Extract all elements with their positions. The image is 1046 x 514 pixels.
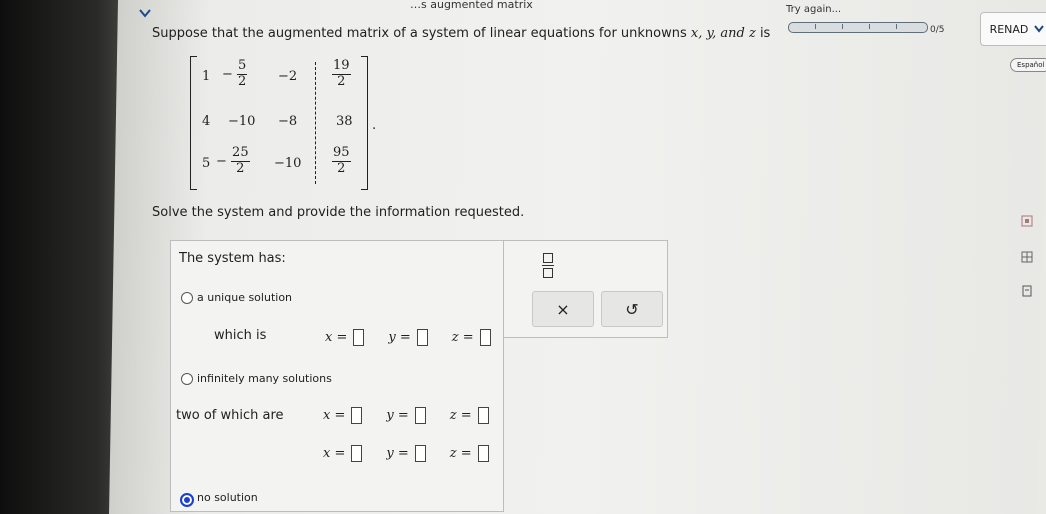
- chevron-down-icon: [1034, 25, 1045, 33]
- instructions: Solve the system and provide the informa…: [152, 205, 525, 220]
- no-solution-label: no solution: [197, 491, 258, 504]
- augmented-matrix: 1 − 52 −2 19 2 4 −10 −8 38 5 − 25 2 −10 95…: [190, 56, 368, 190]
- y2-input[interactable]: [414, 445, 426, 462]
- radio-infinite-solutions[interactable]: [181, 373, 193, 385]
- y1-input[interactable]: [414, 407, 426, 424]
- espanol-button[interactable]: Español: [1010, 58, 1046, 72]
- z2-input[interactable]: [477, 445, 489, 462]
- infinite-xyz-row-2: x = y = z =: [323, 445, 489, 462]
- chevron-down-icon[interactable]: [138, 6, 152, 20]
- matrix-period: .: [372, 118, 377, 133]
- user-name: RENAD: [989, 22, 1029, 36]
- x1-input[interactable]: [351, 407, 363, 424]
- x2-input[interactable]: [351, 445, 363, 462]
- which-is-label: which is: [214, 328, 267, 343]
- two-of-which-label: two of which are: [176, 408, 284, 423]
- radio-no-solution[interactable]: [180, 493, 194, 507]
- infinite-xyz-row-1: x = y = z =: [323, 407, 489, 424]
- z-input[interactable]: [479, 329, 491, 346]
- augment-divider: [315, 62, 316, 184]
- question-prompt: Suppose that the augmented matrix of a s…: [152, 26, 771, 41]
- try-again-label: Try again...: [786, 4, 842, 15]
- infinite-solutions-label: infinitely many solutions: [197, 372, 332, 385]
- clear-button[interactable]: ×: [532, 291, 594, 327]
- progress-bar: [788, 22, 928, 33]
- unique-xyz-row: x = y = z =: [325, 329, 491, 346]
- y-input[interactable]: [416, 329, 428, 346]
- answer-heading: The system has:: [179, 251, 286, 266]
- radio-unique-solution[interactable]: [181, 292, 193, 304]
- user-menu-button[interactable]: RENAD: [980, 12, 1046, 46]
- unique-solution-label: a unique solution: [197, 291, 293, 304]
- undo-button[interactable]: ↺: [601, 291, 663, 327]
- calculator-icon[interactable]: [1020, 214, 1034, 228]
- notes-icon[interactable]: [1020, 284, 1034, 298]
- grid-icon[interactable]: [1020, 250, 1034, 264]
- z1-input[interactable]: [477, 407, 489, 424]
- fraction-icon[interactable]: [542, 253, 554, 279]
- score-label: 0/5: [930, 25, 945, 35]
- x-input[interactable]: [353, 329, 365, 346]
- page-title: …s augmented matrix: [410, 0, 533, 11]
